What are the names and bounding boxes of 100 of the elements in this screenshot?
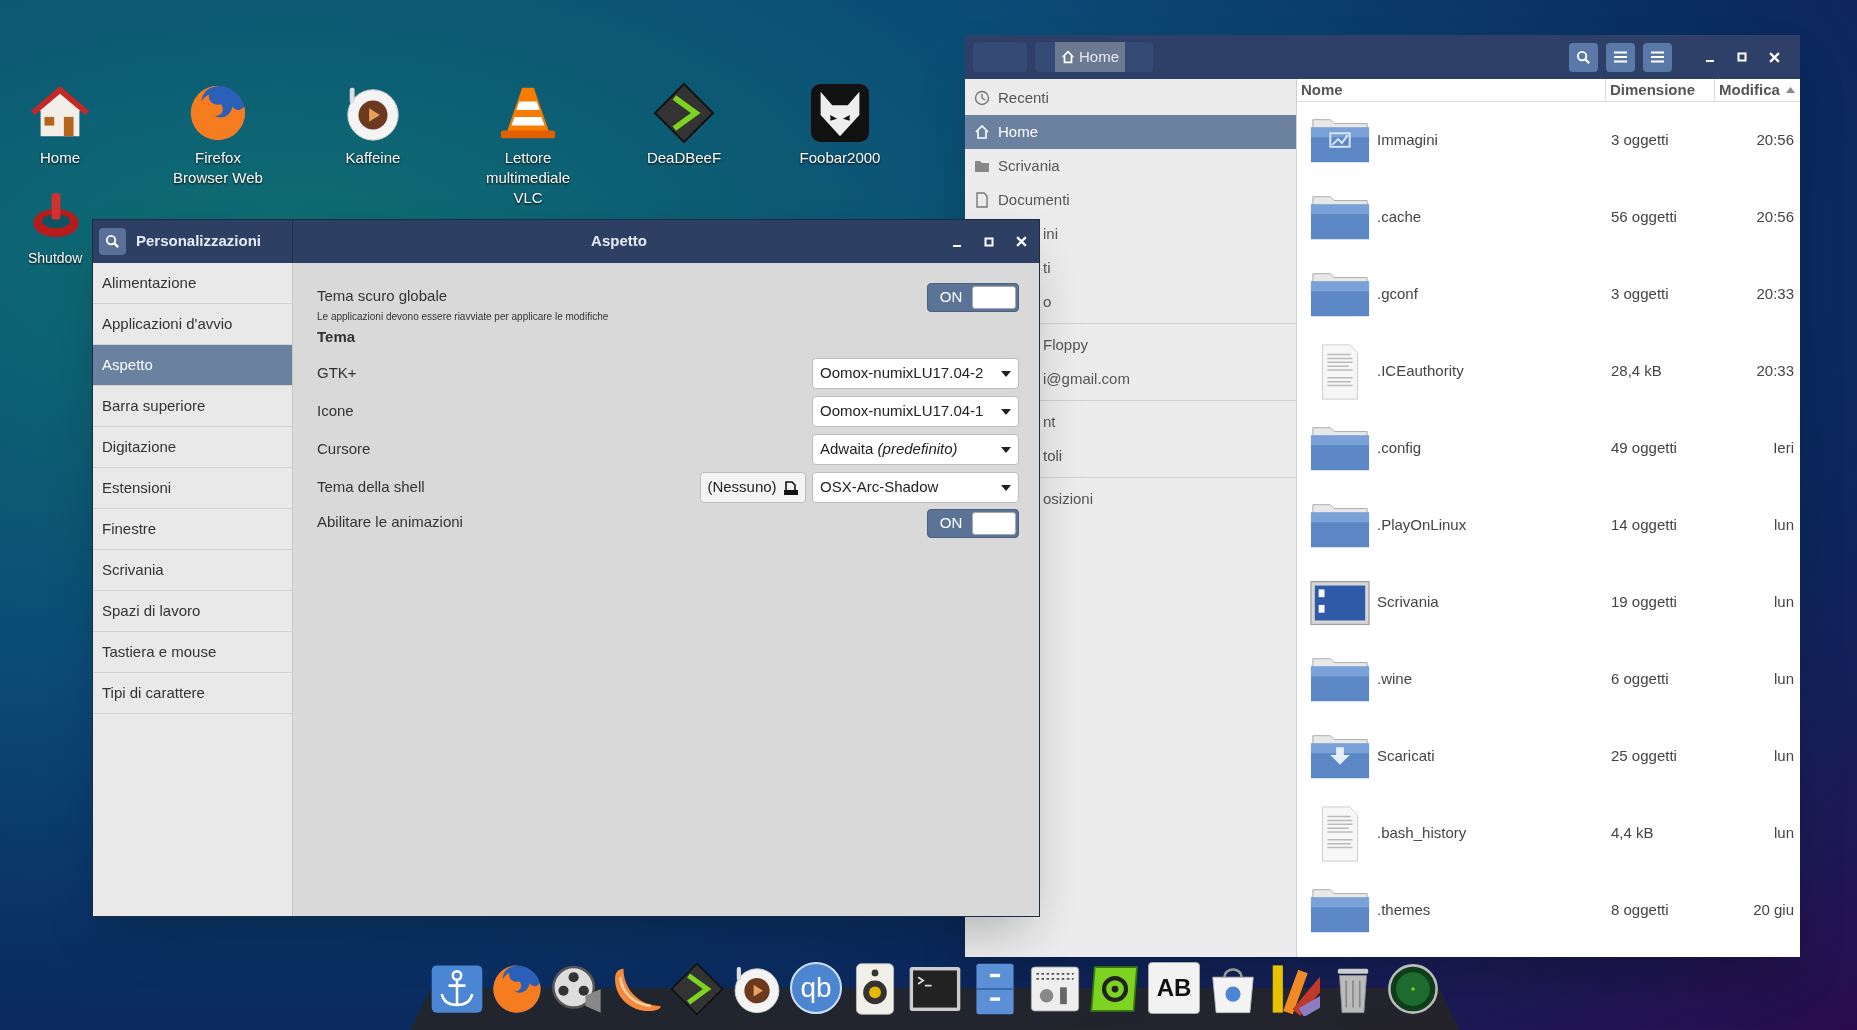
sidebar-place[interactable]: Home [965,115,1296,149]
file-modified: 20:33 [1755,284,1795,305]
file-size: 28,4 kB [1610,361,1663,382]
dock-app[interactable]: AB [1148,962,1200,1014]
file-name[interactable]: .ICEauthority [1377,360,1464,383]
sidebar-item[interactable]: Barra superiore [93,386,292,427]
sidebar-place[interactable]: Floppy [1043,328,1093,362]
sidebar-place[interactable]: toli [1043,439,1067,473]
sidebar-item[interactable]: Alimentazione [93,263,292,304]
anchor-icon[interactable] [430,962,484,1016]
toggle-switch[interactable]: ON [927,283,1019,312]
dropdown[interactable]: OSX-Arc-Shadow [812,472,1019,503]
file-size: 49 oggetti [1610,438,1678,459]
sidebar-place[interactable]: i@gmail.com [1043,362,1134,396]
icon-label: DeaDBeeF [645,148,723,168]
sidebar-place[interactable]: Recenti [965,81,1296,115]
file-name[interactable]: .config [1377,437,1422,460]
column-header[interactable]: Modifica [1714,79,1800,101]
caret-icon [1001,484,1011,491]
fox-head-icon[interactable] [809,82,871,144]
caret-icon [1001,446,1011,453]
file-size: 19 oggetti [1610,592,1678,613]
file-modified: 20:56 [1755,207,1795,228]
column-header[interactable]: Nome [1297,79,1605,101]
file-name[interactable]: Immagini [1377,129,1438,152]
setting-label: Abilitare le animazioni [317,511,463,532]
sidebar-item[interactable]: Tastiera e mouse [93,632,292,673]
file-modified: 20:56 [1755,130,1795,151]
file-size: 3 oggetti [1610,284,1670,305]
icon-label: Foobar2000 [798,148,882,168]
play-chevron-icon[interactable] [653,82,715,144]
dock-app[interactable]: qb [790,962,842,1014]
section-heading: Tema [317,327,357,347]
setting-label: Icone [317,401,354,422]
document-icon [974,192,990,208]
file-modified: 20 giu [1752,900,1795,921]
file-name[interactable]: .wine [1377,668,1413,691]
file-name[interactable]: .bash_history [1377,822,1467,845]
caret-icon [1001,370,1011,377]
file-name[interactable]: .gconf [1377,283,1418,306]
file-modified: 20:33 [1755,361,1795,382]
maximize-icon [1737,52,1747,62]
sidebar-item[interactable]: Aspetto [93,345,292,386]
radar-icon[interactable] [1386,962,1440,1016]
clock-icon [974,90,990,106]
file-name[interactable]: .cache [1377,206,1422,229]
column-header[interactable]: Dimensione [1605,79,1714,101]
sidebar-place[interactable]: Documenti [965,183,1296,217]
dropdown[interactable]: Oomox-numixLU17.04-1 [812,396,1019,427]
file-size: 25 oggetti [1610,746,1678,767]
document-icon [782,479,799,496]
sort-arrow-icon [1785,87,1795,93]
file-size: 56 oggetti [1610,207,1678,228]
toggle-switch[interactable]: ON [927,508,1019,538]
folder-icon [974,158,990,174]
setting-label: GTK+ [317,363,357,384]
sidebar-item[interactable]: Scrivania [93,550,292,591]
sidebar-item[interactable]: Estensioni [93,468,292,509]
caret-icon [1001,408,1011,415]
view-button[interactable] [1606,42,1635,72]
file-size: 3 oggetti [1610,130,1670,151]
file-modified: lun [1772,515,1795,536]
page-title: Aspetto [591,231,647,252]
maximize-icon [984,236,994,247]
file-name[interactable]: Scrivania [1377,591,1439,614]
menu-icon [1651,51,1664,63]
file-name[interactable]: Scaricati [1377,745,1435,768]
menu-button[interactable] [1643,42,1672,72]
setting-label: Tema scuro globale [317,286,449,306]
sidebar-place[interactable]: osizioni [1043,482,1098,516]
file-size: 6 oggetti [1610,669,1670,690]
sidebar-item[interactable]: Digitazione [93,427,292,468]
dropdown[interactable]: Oomox-numixLU17.04-2 [812,358,1019,389]
fox-globe-icon[interactable] [490,962,544,1016]
path-button[interactable]: Home [1055,42,1125,72]
icon-label: Lettore multimediale VLC [484,148,572,208]
icon-label: Shutdow [28,249,83,268]
home-icon [1061,50,1075,64]
setting-label: Cursore [317,439,371,460]
dropdown[interactable]: Adwaita (predefinito) [812,434,1019,465]
search-button[interactable] [99,228,126,255]
app-title: Personalizzazioni [136,231,262,252]
sidebar-item[interactable]: Tipi di carattere [93,673,292,714]
reset-button[interactable]: (Nessuno) [700,472,806,503]
close-icon [1768,51,1780,63]
setting-note: Le applicazioni devono essere riavviate per applicare le modifiche [317,310,609,324]
search-icon [105,234,120,249]
sidebar-place[interactable]: o [1043,285,1056,319]
play-chevron-icon[interactable] [670,962,724,1016]
sidebar-place[interactable]: ti [1043,251,1055,285]
file-name[interactable]: .themes [1377,899,1431,922]
file-name[interactable]: .PlayOnLinux [1377,514,1467,537]
file-modified: lun [1772,592,1795,613]
sidebar-place[interactable]: ini [1043,217,1062,251]
sidebar-place[interactable]: nt [1043,405,1060,439]
sidebar-item[interactable]: Finestre [93,509,292,550]
file-size: 8 oggetti [1610,900,1670,921]
sidebar-place[interactable]: Scrivania [965,149,1296,183]
sidebar-item[interactable]: Spazi di lavoro [93,591,292,632]
search-button[interactable] [1569,42,1598,72]
